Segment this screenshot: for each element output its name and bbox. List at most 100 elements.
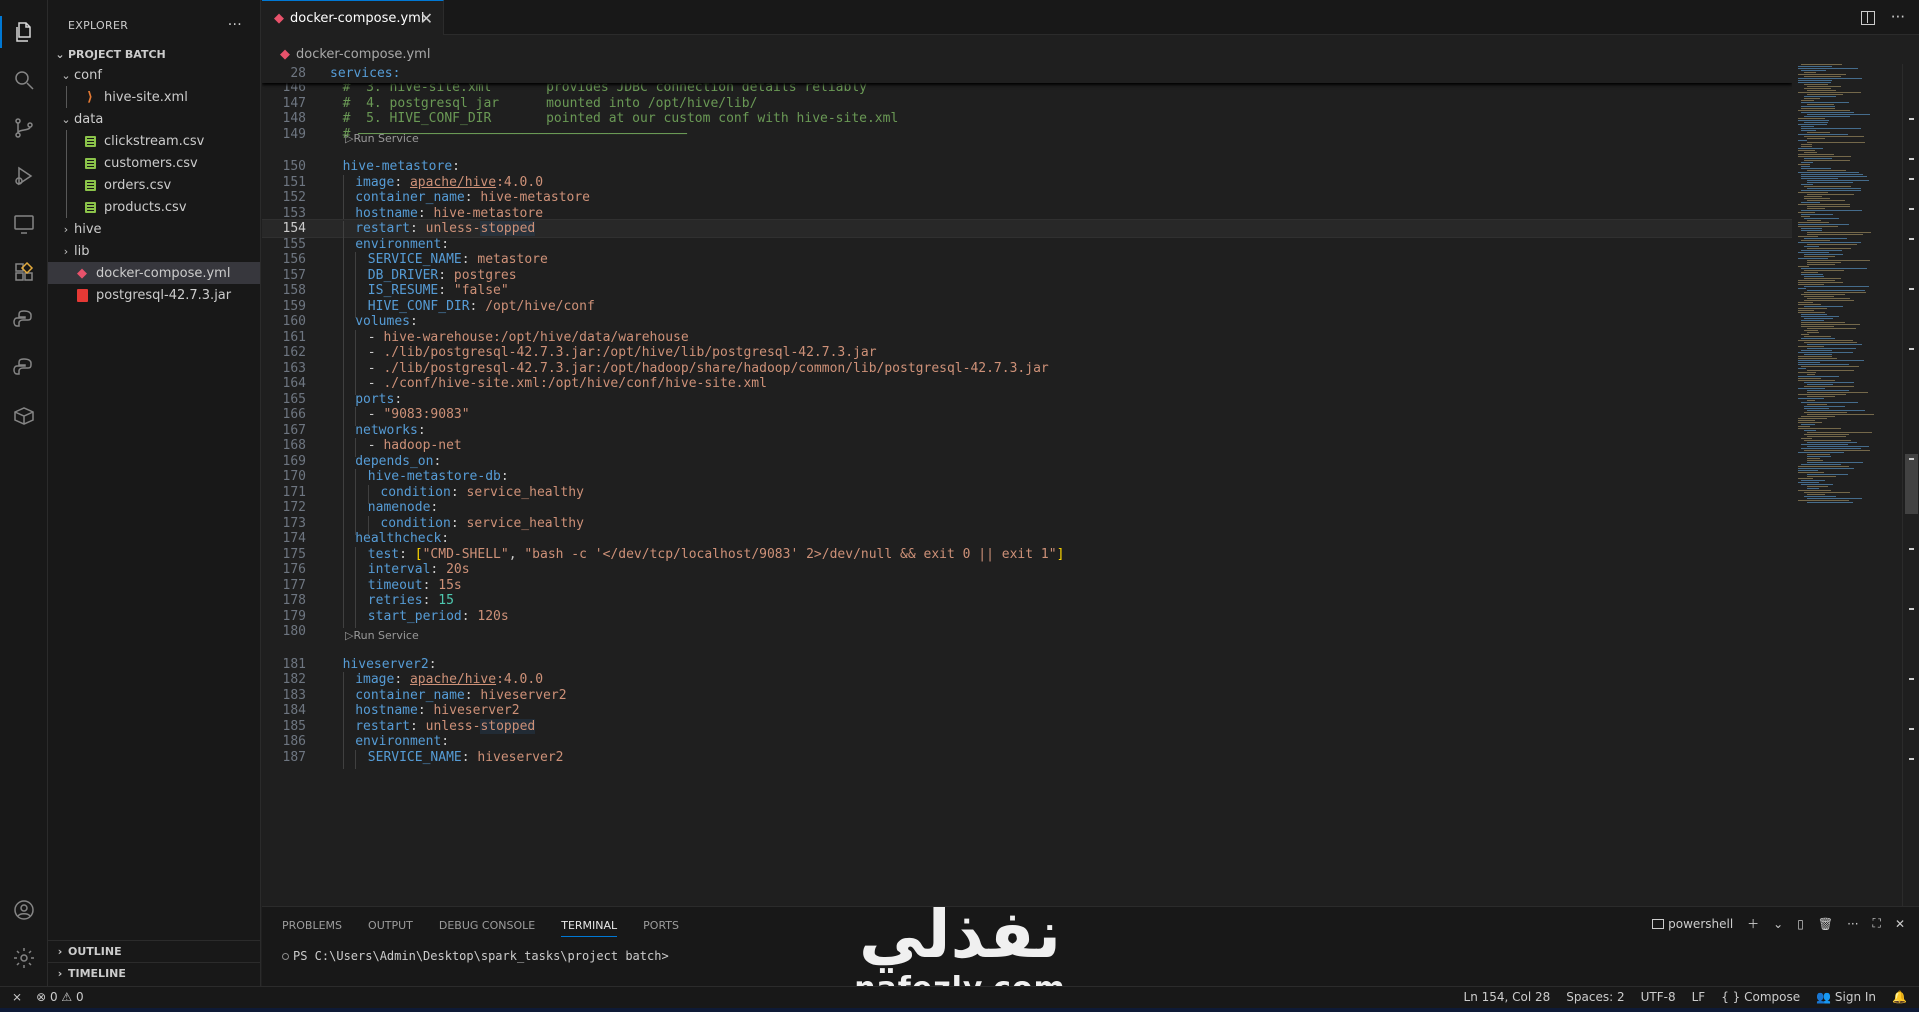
minimap-line xyxy=(1807,374,1815,375)
run-service-codelens[interactable]: ▷ Run Service xyxy=(262,628,419,644)
tree-item-data[interactable]: ⌄ data xyxy=(48,108,260,130)
indentation[interactable]: Spaces: 2 xyxy=(1566,990,1624,1004)
minimap-line xyxy=(1798,308,1827,309)
python-icon[interactable] xyxy=(0,296,48,344)
panel-tab-output[interactable]: OUTPUT xyxy=(368,919,413,932)
sticky-scroll-header[interactable]: 28 services: xyxy=(262,64,1792,83)
minimap-line xyxy=(1804,122,1828,123)
account-icon[interactable] xyxy=(0,886,48,934)
close-icon[interactable]: ✕ xyxy=(420,9,433,28)
panel-tab-problems[interactable]: PROBLEMS xyxy=(282,919,342,932)
minimap-line xyxy=(1798,266,1809,267)
tree-item-label: orders.csv xyxy=(104,177,172,193)
indent-guide xyxy=(66,152,67,174)
code-line[interactable]: 180 xyxy=(262,622,1792,641)
search-icon[interactable] xyxy=(0,56,48,104)
minimap-line xyxy=(1804,76,1841,77)
extensions-icon[interactable] xyxy=(0,248,48,296)
timeline-section[interactable]: › TIMELINE xyxy=(48,962,260,984)
more-actions-icon[interactable]: ··· xyxy=(228,17,242,33)
new-terminal-icon[interactable]: ＋ xyxy=(1747,915,1759,932)
cursor-position[interactable]: Ln 154, Col 28 xyxy=(1464,990,1551,1004)
tree-item-products-csv[interactable]: products.csv xyxy=(48,196,260,218)
problems-indicator[interactable]: ⊗ 0 ⚠ 0 xyxy=(36,990,84,1004)
sidebar-header: EXPLORER ··· xyxy=(48,0,260,50)
split-editor-icon[interactable] xyxy=(1860,11,1875,25)
panel-tab-debug-console[interactable]: DEBUG CONSOLE xyxy=(439,919,535,932)
breadcrumb[interactable]: ◆ docker-compose.yml xyxy=(262,44,430,64)
remote-explorer-icon[interactable] xyxy=(0,200,48,248)
remote-icon[interactable]: ⨯ xyxy=(12,990,22,1004)
more-actions-icon[interactable]: ··· xyxy=(1847,917,1858,931)
minimap[interactable] xyxy=(1792,64,1902,906)
minimap-line xyxy=(1798,172,1859,173)
minimap-line xyxy=(1807,220,1821,221)
tree-item-label: docker-compose.yml xyxy=(96,265,231,281)
jar-file-icon xyxy=(74,287,90,303)
chevron-down-icon[interactable]: ⌄ xyxy=(1773,917,1783,931)
minimap-line xyxy=(1807,456,1831,457)
minimap-line xyxy=(1798,478,1813,479)
terminal-shell[interactable]: powershell xyxy=(1652,917,1733,931)
containers-icon[interactable] xyxy=(0,392,48,440)
outline-section[interactable]: › OUTLINE xyxy=(48,940,260,962)
tree-item-conf[interactable]: ⌄ conf xyxy=(48,64,260,86)
sign-in-label: Sign In xyxy=(1834,990,1877,1004)
editor-tab-bar: ◆ docker-compose.yml ✕ ··· xyxy=(262,0,1919,35)
minimap-line xyxy=(1798,394,1846,395)
vertical-scrollbar[interactable] xyxy=(1902,64,1919,906)
panel-tab-ports[interactable]: PORTS xyxy=(643,919,679,932)
rss-xml-icon: ⟩ xyxy=(87,89,93,105)
settings-gear-icon[interactable] xyxy=(0,934,48,982)
panel-tab-terminal[interactable]: TERMINAL xyxy=(561,914,618,937)
terminal-prompt: PS C:\Users\Admin\Desktop\spark_tasks\pr… xyxy=(293,949,669,963)
encoding[interactable]: UTF-8 xyxy=(1641,990,1676,1004)
scrollbar-thumb[interactable] xyxy=(1905,454,1918,514)
run-service-codelens[interactable]: ▷ Run Service xyxy=(262,130,419,146)
run-debug-icon[interactable] xyxy=(0,152,48,200)
minimap-line xyxy=(1801,108,1835,109)
language-label: Compose xyxy=(1744,990,1801,1004)
sign-in[interactable]: 👥 Sign In xyxy=(1816,990,1876,1004)
minimap-line xyxy=(1804,152,1817,153)
tree-item-customers-csv[interactable]: customers.csv xyxy=(48,152,260,174)
end-of-line[interactable]: LF xyxy=(1692,990,1706,1004)
tree-item-docker-compose-yml[interactable]: ◆ docker-compose.yml xyxy=(48,262,260,284)
minimap-line xyxy=(1798,420,1815,421)
close-icon[interactable]: ✕ xyxy=(1895,917,1905,931)
code-line[interactable]: 149 # ───────────────────────────────────… xyxy=(262,125,1792,144)
scrollbar-marker xyxy=(1909,678,1914,680)
minimap-line xyxy=(1801,268,1867,269)
minimap-line xyxy=(1801,100,1814,101)
tree-item-lib[interactable]: › lib xyxy=(48,240,260,262)
code-line[interactable]: 187 SERVICE_NAME: hiveserver2 xyxy=(262,748,1792,769)
language-mode[interactable]: { } Compose xyxy=(1721,990,1800,1004)
minimap-line xyxy=(1807,476,1836,477)
tree-item-postgresql-42-7-3-jar[interactable]: postgresql-42.7.3.jar xyxy=(48,284,260,306)
split-terminal-icon[interactable]: ▯ xyxy=(1797,917,1804,931)
minimap-line xyxy=(1801,176,1867,177)
tree-item-hive[interactable]: › hive xyxy=(48,218,260,240)
trash-icon[interactable]: 🗑 xyxy=(1818,917,1833,931)
tree-item-orders-csv[interactable]: orders.csv xyxy=(48,174,260,196)
more-actions-icon[interactable]: ··· xyxy=(1891,8,1905,26)
minimap-line xyxy=(1801,128,1861,129)
tree-item-hive-site-xml[interactable]: ⟩ hive-site.xml xyxy=(48,86,260,108)
project-folder-header[interactable]: ⌄ PROJECT BATCH xyxy=(48,44,260,64)
terminal-prompt-line[interactable]: PS C:\Users\Admin\Desktop\spark_tasks\pr… xyxy=(282,949,669,963)
source-control-icon[interactable] xyxy=(0,104,48,152)
minimap-line xyxy=(1798,156,1851,157)
maximize-panel-icon[interactable]: ⛶ xyxy=(1873,916,1881,931)
minimap-line xyxy=(1807,104,1834,105)
tree-item-label: hive xyxy=(74,221,102,237)
notifications-bell-icon[interactable]: 🔔 xyxy=(1892,990,1907,1004)
minimap-line xyxy=(1801,424,1815,425)
tree-item-clickstream-csv[interactable]: clickstream.csv xyxy=(48,130,260,152)
code-editor[interactable]: 28 services: 146 # 3. hive-site.xml provi… xyxy=(262,64,1792,906)
minimap-line xyxy=(1798,80,1832,81)
python-env-icon[interactable] xyxy=(0,344,48,392)
explorer-icon[interactable] xyxy=(0,8,48,56)
minimap-line xyxy=(1798,110,1850,111)
minimap-line xyxy=(1798,280,1835,281)
tab-docker-compose[interactable]: ◆ docker-compose.yml ✕ xyxy=(262,0,444,35)
